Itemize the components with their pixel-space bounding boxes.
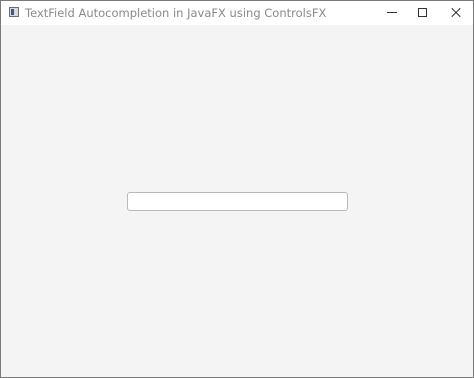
close-button[interactable] xyxy=(440,1,472,25)
java-app-icon xyxy=(9,7,19,17)
app-window: TextField Autocompletion in JavaFX using… xyxy=(0,0,474,378)
maximize-button[interactable] xyxy=(407,1,439,25)
minimize-button[interactable] xyxy=(376,1,408,25)
window-title: TextField Autocompletion in JavaFX using… xyxy=(25,6,327,20)
title-bar[interactable]: TextField Autocompletion in JavaFX using… xyxy=(1,1,473,25)
autocomplete-text-field[interactable] xyxy=(127,192,348,211)
content-area xyxy=(1,25,473,377)
